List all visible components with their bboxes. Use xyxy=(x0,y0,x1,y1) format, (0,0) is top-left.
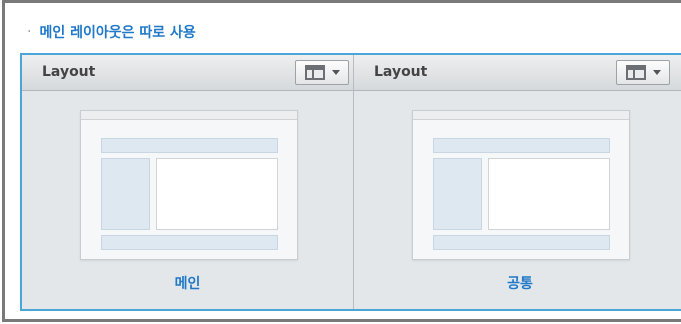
chevron-down-icon xyxy=(652,70,661,75)
layout-preview-thumbnail[interactable] xyxy=(412,110,630,260)
thumbnail-header-block xyxy=(101,138,278,153)
column-header: Layout xyxy=(22,55,353,91)
section-title: · 메인 레이아웃은 따로 사용 xyxy=(27,22,196,42)
layout-grid-icon xyxy=(625,65,646,80)
chevron-down-icon xyxy=(331,70,340,75)
layout-column-main: Layout 메인 xyxy=(22,55,354,309)
thumbnail-sidebar-block xyxy=(433,158,482,230)
section-title-text: 메인 레이아웃은 따로 사용 xyxy=(39,25,196,41)
layout-select-button[interactable] xyxy=(295,60,349,85)
thumbnail-sidebar-block xyxy=(101,158,150,230)
column-header: Layout xyxy=(354,55,681,91)
layout-preview-thumbnail[interactable] xyxy=(80,110,298,260)
thumbnail-header-block xyxy=(433,138,610,153)
thumbnail-footer-block xyxy=(433,235,610,250)
thumbnail-content-block xyxy=(488,158,610,230)
layout-label-common: 공통 xyxy=(507,276,533,292)
bullet: · xyxy=(27,24,32,40)
thumbnail-titlebar xyxy=(81,111,297,120)
column-header-title: Layout xyxy=(42,64,96,80)
thumbnail-titlebar xyxy=(413,111,629,120)
thumbnail-footer-block xyxy=(101,235,278,250)
layout-grid-icon xyxy=(304,65,325,80)
thumbnail-content-block xyxy=(156,158,278,230)
layout-column-common: Layout 공통 xyxy=(354,55,681,309)
layout-select-button[interactable] xyxy=(616,60,670,85)
column-header-title: Layout xyxy=(374,64,428,80)
layout-label-main: 메인 xyxy=(174,276,201,292)
layout-panel: Layout 메인 Layout 공통 xyxy=(20,53,681,311)
